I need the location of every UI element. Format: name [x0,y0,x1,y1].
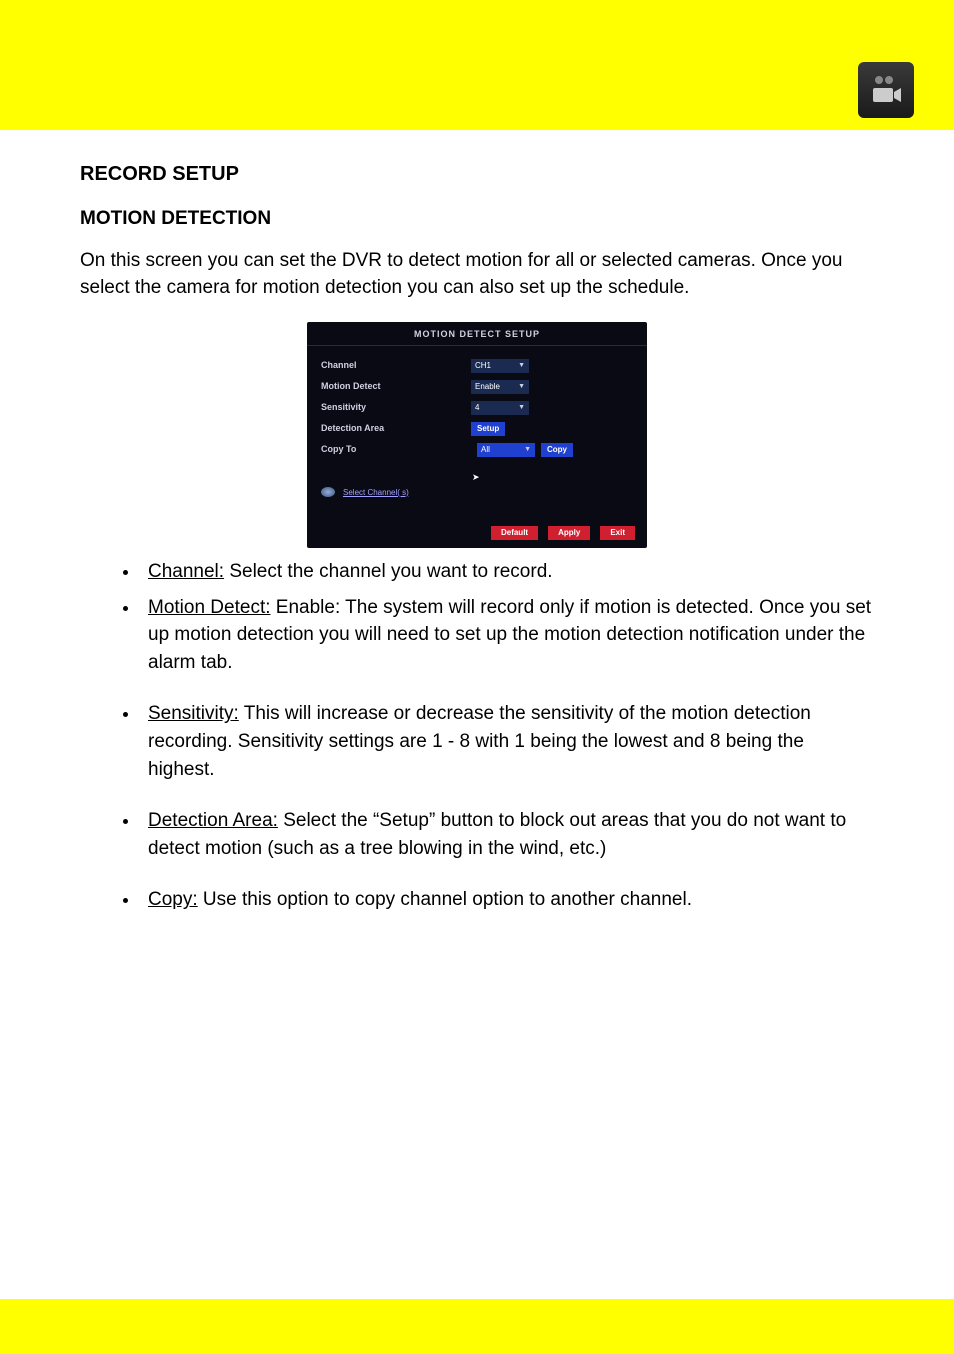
list-item: Channel: Select the channel you want to … [140,558,874,586]
dvr-nav-link[interactable]: Select Channel( s) [343,487,409,499]
dvr-label-channel: Channel [321,359,471,372]
dvr-button-exit[interactable]: Exit [600,526,635,540]
dvr-nav: Select Channel( s) [321,487,633,499]
text-copy: Use this option to copy channel option t… [198,889,692,910]
footer-bar [0,1299,954,1354]
list-item: Motion Detect: Enable: The system will r… [140,594,874,677]
dvr-select-motion[interactable]: Enable ▼ [471,380,529,394]
dvr-row-area: Detection Area Setup [321,422,633,436]
term-channel: Channel: [148,561,224,582]
nav-dot-icon[interactable] [321,487,335,497]
dvr-label-sensitivity: Sensitivity [321,401,471,414]
chevron-down-icon: ▼ [518,403,525,413]
dvr-button-default[interactable]: Default [491,526,538,540]
dvr-button-apply[interactable]: Apply [548,526,590,540]
dvr-row-sensitivity: Sensitivity 4▼ [321,401,633,415]
text-sensitivity: This will increase or decrease the sensi… [148,703,811,779]
dvr-select-channel[interactable]: CH1 ▼ [471,359,529,373]
dvr-label-area: Detection Area [321,422,471,435]
list-item: Detection Area: Select the “Setup” butto… [140,807,874,862]
section-heading: RECORD SETUP [80,160,874,189]
camera-record-icon [858,62,914,118]
dvr-select-sensitivity[interactable]: 4▼ [471,401,529,415]
list-item: Sensitivity: This will increase or decre… [140,700,874,783]
embedded-screenshot: MOTION DETECT SETUP Channel CH1 ▼ Motion … [80,322,874,549]
dvr-label-motion: Motion Detect [321,380,471,393]
camera-record-icon-svg [868,72,904,108]
chevron-down-icon: ▼ [524,445,531,455]
dvr-select-sensitivity-value: 4 [475,402,479,414]
term-detection-area: Detection Area: [148,810,278,831]
dvr-select-channel-value: CH1 [475,360,491,372]
dvr-footer: Default Apply Exit [307,522,647,548]
header-bar [0,0,954,130]
chevron-down-icon: ▼ [518,361,525,371]
term-motion: Motion Detect: [148,597,271,618]
dvr-row-channel: Channel CH1 ▼ [321,359,633,373]
dvr-select-copyto[interactable]: All ▼ [477,443,535,457]
dvr-select-motion-value: Enable [475,381,500,393]
dvr-row-motion: Motion Detect Enable ▼ [321,380,633,394]
dvr-button-copy[interactable]: Copy [541,443,573,457]
dvr-select-copyto-value: All [481,444,490,456]
dvr-row-copy: Copy To All ▼ Copy [321,443,633,457]
dvr-body: Channel CH1 ▼ Motion Detect Enable ▼ Sensi… [307,346,647,523]
list-item: Copy: Use this option to copy channel op… [140,886,874,914]
dvr-label-copy: Copy To [321,443,471,456]
page-content: RECORD SETUP MOTION DETECTION On this sc… [0,130,954,914]
text-channel: Select the channel you want to record. [224,561,552,582]
dvr-button-setup[interactable]: Setup [471,422,505,436]
term-sensitivity: Sensitivity: [148,703,239,724]
dvr-screen: MOTION DETECT SETUP Channel CH1 ▼ Motion … [307,322,647,549]
section-subheading: MOTION DETECTION [80,205,874,233]
intro-paragraph: On this screen you can set the DVR to de… [80,247,874,302]
chevron-down-icon: ▼ [518,382,525,392]
bullet-list: Channel: Select the channel you want to … [80,558,874,913]
cursor-icon: ➤ [472,471,480,484]
term-copy: Copy: [148,889,198,910]
dvr-title: MOTION DETECT SETUP [307,322,647,346]
